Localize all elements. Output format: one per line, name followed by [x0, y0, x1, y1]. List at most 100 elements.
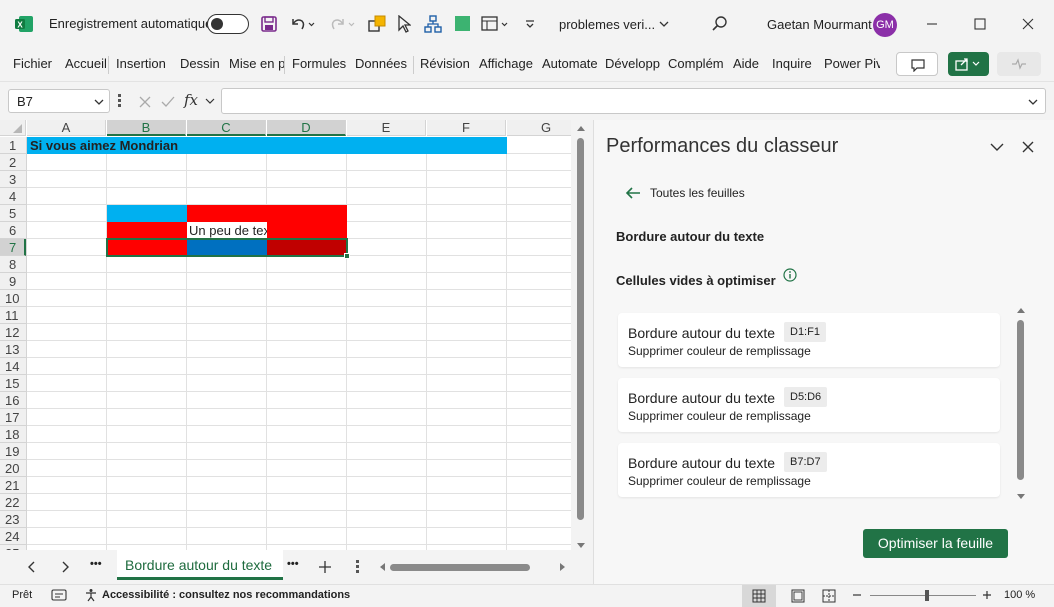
tab-formules[interactable]: Formules	[292, 55, 348, 75]
scroll-up-icon[interactable]	[576, 124, 586, 132]
activity-button[interactable]	[997, 52, 1041, 76]
issue-card[interactable]: Bordure autour du texte D5:D6 Supprimer …	[618, 378, 1000, 432]
tab-aide[interactable]: Aide	[733, 55, 763, 75]
sheet-stats-icon[interactable]	[51, 588, 67, 602]
file-name[interactable]: problemes veri...	[559, 17, 655, 32]
cell-c6[interactable]: Un peu de texte	[187, 222, 281, 239]
zoom-level[interactable]: 100 %	[1004, 589, 1035, 601]
autosave-toggle[interactable]	[207, 14, 249, 34]
row-header-4[interactable]: 4	[0, 188, 26, 205]
zoom-out-icon[interactable]	[852, 593, 862, 597]
column-header-b[interactable]: B	[107, 120, 186, 136]
issue-card[interactable]: Bordure autour du texte D1:F1 Supprimer …	[618, 313, 1000, 367]
row-header-24[interactable]: 24	[0, 528, 26, 545]
hierarchy-icon[interactable]	[424, 15, 442, 33]
row-header-9[interactable]: 9	[0, 273, 26, 290]
row-header-23[interactable]: 23	[0, 511, 26, 528]
row-header-14[interactable]: 14	[0, 358, 26, 375]
pane-scroll-thumb[interactable]	[1017, 320, 1024, 480]
tab-mise-en-page[interactable]: Mise en p	[229, 55, 284, 75]
accessibility-status[interactable]: Accessibilité : consultez nos recommanda…	[102, 589, 350, 601]
vertical-scrollbar[interactable]	[571, 120, 590, 550]
tab-insertion[interactable]: Insertion	[116, 55, 171, 75]
zoom-in-icon[interactable]	[982, 590, 992, 600]
cell-d6[interactable]	[267, 222, 347, 239]
cell-range-c5-d5[interactable]	[187, 205, 347, 222]
scroll-right-icon[interactable]	[559, 562, 567, 572]
pane-scroll-up-icon[interactable]	[1016, 306, 1026, 314]
close-pane-icon[interactable]	[1022, 141, 1034, 153]
tab-affichage[interactable]: Affichage	[479, 55, 535, 75]
row-header-15[interactable]: 15	[0, 375, 26, 392]
more-sheets-right[interactable]: •••	[287, 558, 299, 570]
search-icon[interactable]	[711, 15, 729, 33]
row-header-3[interactable]: 3	[0, 171, 26, 188]
name-box[interactable]: B7	[8, 89, 110, 113]
row-header-20[interactable]: 20	[0, 460, 26, 477]
scroll-down-icon[interactable]	[576, 542, 586, 550]
column-header-c[interactable]: C	[187, 120, 266, 136]
row-header-19[interactable]: 19	[0, 443, 26, 460]
select-cursor-icon[interactable]	[397, 15, 411, 33]
more-sheets-left[interactable]: •••	[90, 558, 102, 570]
row-header-7[interactable]: 7	[0, 239, 26, 256]
zoom-slider-thumb[interactable]	[925, 590, 929, 601]
customize-toolbar-icon[interactable]	[524, 15, 536, 33]
tab-accueil[interactable]: Accueil	[65, 55, 107, 75]
row-header-13[interactable]: 13	[0, 341, 26, 358]
tab-power-pivot[interactable]: Power Piv	[824, 55, 880, 75]
row-header-22[interactable]: 22	[0, 494, 26, 511]
green-square-icon[interactable]	[455, 16, 470, 31]
chevron-down-icon[interactable]	[990, 142, 1004, 152]
tab-fichier[interactable]: Fichier	[13, 55, 55, 75]
sheet-options-icon[interactable]	[356, 560, 359, 574]
cell-range-a1-f1[interactable]: Si vous aimez Mondrian	[27, 137, 507, 154]
fill-handle[interactable]	[344, 253, 350, 259]
accessibility-icon[interactable]	[84, 588, 98, 602]
more-options-icon[interactable]	[118, 94, 121, 108]
share-button[interactable]	[948, 52, 989, 76]
horizontal-scroll-thumb[interactable]	[390, 564, 530, 571]
tab-complements[interactable]: Complém	[668, 55, 724, 75]
close-window-icon[interactable]	[1020, 17, 1036, 31]
formula-input[interactable]	[221, 88, 1046, 114]
chevron-down-icon[interactable]	[204, 95, 216, 107]
enter-check-icon[interactable]	[160, 95, 176, 109]
chevron-left-icon[interactable]	[27, 561, 37, 573]
row-header-21[interactable]: 21	[0, 477, 26, 494]
row-header-6[interactable]: 6	[0, 222, 26, 239]
undo-icon[interactable]	[289, 15, 315, 33]
minimize-icon[interactable]	[924, 17, 940, 31]
redo-icon[interactable]	[329, 15, 355, 33]
row-header-16[interactable]: 16	[0, 392, 26, 409]
tab-inquire[interactable]: Inquire	[772, 55, 816, 75]
scroll-left-icon[interactable]	[378, 562, 386, 572]
tab-automate[interactable]: Automate	[542, 55, 598, 75]
column-header-a[interactable]: A	[27, 120, 106, 136]
row-header-12[interactable]: 12	[0, 324, 26, 341]
save-icon[interactable]	[260, 15, 278, 33]
select-all-corner[interactable]	[0, 120, 26, 136]
info-icon[interactable]	[783, 268, 797, 282]
shape-icon[interactable]	[368, 15, 386, 33]
insert-function-button[interactable]: fx	[184, 91, 198, 109]
row-header-2[interactable]: 2	[0, 154, 26, 171]
row-header-17[interactable]: 17	[0, 409, 26, 426]
add-sheet-icon[interactable]	[318, 560, 332, 574]
page-layout-icon[interactable]	[791, 589, 805, 603]
chevron-down-icon[interactable]	[658, 15, 670, 33]
row-header-5[interactable]: 5	[0, 205, 26, 222]
user-avatar[interactable]: GM	[873, 13, 897, 37]
view-normal-button[interactable]	[742, 585, 776, 607]
cancel-icon[interactable]	[138, 95, 152, 109]
row-header-8[interactable]: 8	[0, 256, 26, 273]
back-to-all-sheets[interactable]: Toutes les feuilles	[624, 186, 745, 200]
sheet-tab-active[interactable]: Bordure autour du texte	[117, 550, 283, 580]
tab-developpeur[interactable]: Développ	[605, 55, 661, 75]
column-header-f[interactable]: F	[427, 120, 506, 136]
cell-b5[interactable]	[107, 205, 187, 222]
form-icon[interactable]	[481, 15, 509, 33]
tab-dessin[interactable]: Dessin	[180, 55, 220, 75]
optimize-sheet-button[interactable]: Optimiser la feuille	[863, 529, 1008, 558]
row-header-18[interactable]: 18	[0, 426, 26, 443]
